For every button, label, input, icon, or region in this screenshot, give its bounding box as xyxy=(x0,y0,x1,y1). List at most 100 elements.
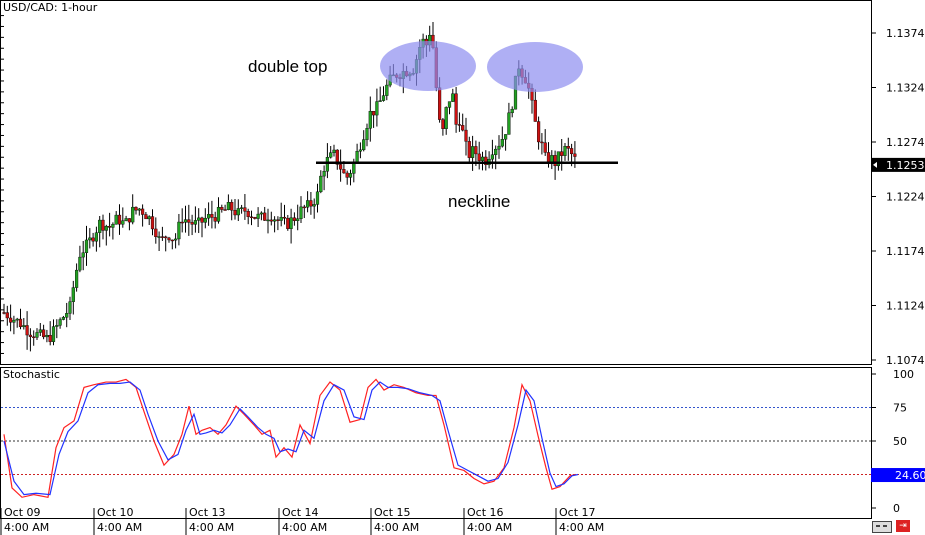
candle-body xyxy=(164,236,168,239)
candle-body xyxy=(124,218,128,221)
candle-body xyxy=(286,217,290,229)
candle-body xyxy=(74,269,79,288)
candle-body xyxy=(375,101,379,116)
candle-body xyxy=(533,99,537,122)
candle-body xyxy=(200,217,204,223)
candle-body xyxy=(243,207,247,212)
candle-body xyxy=(38,329,42,333)
candle-body xyxy=(187,219,191,223)
candle-body xyxy=(51,326,56,342)
candle-body xyxy=(259,212,263,215)
candle-body xyxy=(480,156,485,161)
forex-chart[interactable]: 1.1374 1.1324 1.1274 1.1224 1.1174 1.1124 1.10… xyxy=(0,0,925,535)
candle-body xyxy=(25,325,29,336)
stochastic-panel-frame xyxy=(0,367,872,519)
candle-body xyxy=(345,172,349,178)
price-tick-label: 1.1324 xyxy=(886,82,925,95)
candle-body xyxy=(249,216,254,219)
double-top-ellipse-right xyxy=(487,42,583,92)
price-tick-label: 1.1224 xyxy=(886,191,925,204)
candle-body xyxy=(101,219,105,231)
candle-body xyxy=(5,312,9,319)
stochastic-title: Stochastic xyxy=(1,368,62,381)
chart-title: USD/CAD: 1-hour xyxy=(1,1,100,14)
candle-body xyxy=(563,146,567,156)
candle-body xyxy=(233,210,237,216)
candle-body xyxy=(289,217,293,229)
candle-body xyxy=(131,206,135,223)
candle-body xyxy=(154,228,158,238)
candle-body xyxy=(230,202,234,211)
candle-body xyxy=(48,335,52,342)
candle-body xyxy=(15,318,19,321)
candle-body xyxy=(457,124,461,126)
candle-body xyxy=(306,200,310,208)
candle-body xyxy=(329,152,333,158)
candle-body xyxy=(197,217,201,221)
price-tick-label: 1.1124 xyxy=(886,300,925,313)
candle-body xyxy=(220,207,224,210)
candle-body xyxy=(477,153,481,161)
candle-body xyxy=(167,237,171,241)
candle-body xyxy=(180,221,184,224)
candle-body xyxy=(325,157,329,172)
candle-body xyxy=(216,207,221,222)
candle-body xyxy=(266,219,270,222)
candle-body xyxy=(276,219,280,221)
candle-body xyxy=(22,325,26,328)
candle-body xyxy=(438,87,442,120)
candle-body xyxy=(500,139,504,147)
candle-body xyxy=(140,208,145,215)
candle-body xyxy=(467,141,471,158)
candle-body xyxy=(173,238,178,241)
stochastic-axis: 100 75 50 0 24.60 xyxy=(871,368,925,515)
stochastic-tick-label: 50 xyxy=(893,435,907,448)
time-tick-time: 4:00 AM xyxy=(282,521,327,534)
price-tick-label: 1.1374 xyxy=(886,27,925,40)
candle-body xyxy=(510,108,514,114)
candle-body xyxy=(319,175,323,193)
candle-body xyxy=(507,112,511,135)
candle-body xyxy=(471,146,475,158)
candle-body xyxy=(84,239,89,253)
candle-body xyxy=(71,287,75,302)
candle-body xyxy=(322,171,326,177)
candle-body xyxy=(98,219,102,233)
candle-body xyxy=(12,319,16,323)
candle-body xyxy=(160,236,164,238)
candle-body xyxy=(58,319,62,326)
price-tick-label: 1.1274 xyxy=(886,136,925,149)
candle-body xyxy=(332,149,336,153)
double-top-ellipse-left xyxy=(380,41,476,91)
candle-body xyxy=(279,216,283,221)
candle-body xyxy=(236,208,240,216)
candle-body xyxy=(273,219,277,222)
candle-body xyxy=(210,214,214,218)
candle-body xyxy=(348,173,353,178)
candle-body xyxy=(282,216,287,219)
candle-body xyxy=(566,146,570,149)
candle-body xyxy=(296,218,300,221)
candle-body xyxy=(91,237,95,242)
jump-to-end-icon[interactable]: ⇥ xyxy=(896,520,910,532)
candle-body xyxy=(570,148,574,155)
candle-body xyxy=(385,84,389,96)
time-tick-time: 4:00 AM xyxy=(559,521,604,534)
candle-body xyxy=(144,214,148,220)
candle-body xyxy=(81,252,85,258)
stochastic-tick-label: 0 xyxy=(893,502,900,515)
stochastic-value-label: 24.60 xyxy=(895,469,925,482)
candle-body xyxy=(256,213,260,219)
candle-body xyxy=(362,139,366,151)
candle-body xyxy=(355,151,359,163)
scroll-icon[interactable] xyxy=(872,521,892,533)
candle-body xyxy=(474,146,478,155)
candle-body xyxy=(206,214,211,219)
candle-body xyxy=(302,206,306,209)
candle-body xyxy=(378,100,382,102)
candle-body xyxy=(28,334,32,337)
double-top-label: double top xyxy=(248,57,328,76)
candle-body xyxy=(494,148,498,155)
candle-body xyxy=(358,149,362,152)
candle-body xyxy=(269,219,273,222)
